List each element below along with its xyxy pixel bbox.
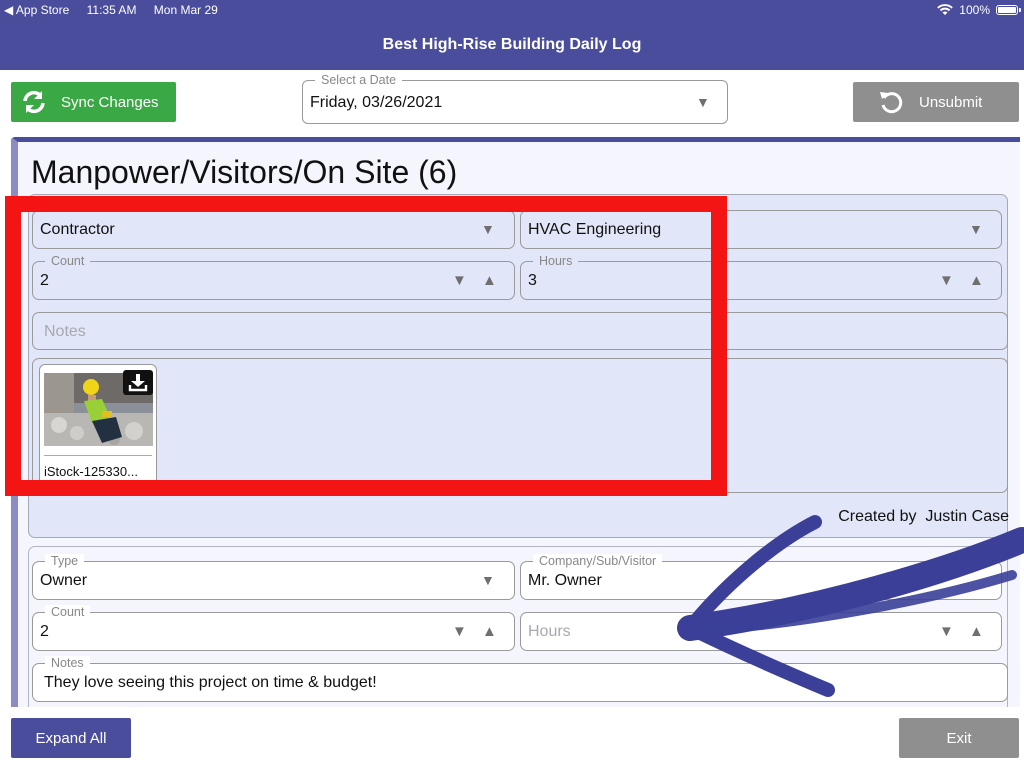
company-label: Company/Sub/Visitor [533,554,663,568]
attachment-filename: iStock-125330... [44,464,138,479]
type-label: Type [45,554,85,568]
sync-icon [23,90,45,114]
hours-value: 3 [528,272,537,289]
date-select[interactable]: Select a Date Friday, 03/26/2021 ▼ [302,73,728,124]
stepper-down-icon[interactable]: ▼ [452,272,467,289]
manpower-entry: Type Owner ▼ Company/Sub/Visitor Mr. Own… [28,546,1008,707]
count-value: 2 [40,623,49,640]
type-value: Owner [40,572,88,589]
count-value: 2 [40,272,49,289]
type-value: Contractor [40,221,115,238]
exit-button[interactable]: Exit [899,718,1019,758]
company-dropdown[interactable]: HVAC Engineering ▼ [520,210,1002,249]
sync-changes-label: Sync Changes [61,93,159,111]
undo-icon [880,92,903,114]
hours-placeholder: Hours [528,623,571,640]
notes-placeholder: Notes [44,323,86,340]
count-stepper[interactable]: Count 2 ▼ ▲ [32,254,515,300]
download-icon[interactable] [123,370,153,395]
dropdown-caret-icon: ▼ [696,94,710,110]
battery-icon [996,5,1021,15]
stepper-down-icon[interactable]: ▼ [452,623,467,640]
divider [44,455,152,456]
back-to-app-store[interactable]: ◀ App Store [4,3,69,17]
stepper-up-icon[interactable]: ▲ [482,623,497,640]
manpower-entry: Contractor ▼ HVAC Engineering ▼ Count 2 … [28,194,1008,538]
notes-value: They love seeing this project on time & … [44,674,377,691]
unsubmit-button[interactable]: Unsubmit [853,82,1019,122]
stepper-up-icon[interactable]: ▲ [969,272,984,289]
count-label: Count [45,254,91,268]
attachments-area: iStock-125330... [32,358,1008,493]
stepper-down-icon[interactable]: ▼ [939,623,954,640]
status-date: Mon Mar 29 [153,3,218,17]
dropdown-caret-icon: ▼ [481,221,495,237]
company-value: Mr. Owner [528,572,602,589]
hours-stepper[interactable]: Hours 3 ▼ ▲ [520,254,1002,300]
status-bar: ◀ App Store 11:35 AM Mon Mar 29 100% [0,3,1024,19]
type-dropdown[interactable]: Contractor ▼ [32,210,515,249]
expand-all-button[interactable]: Expand All [11,718,131,758]
stepper-up-icon[interactable]: ▲ [482,272,497,289]
bottom-bar: Expand All Exit [0,708,1024,768]
app-header: ◀ App Store 11:35 AM Mon Mar 29 100% Bes… [0,0,1024,70]
attachment-card[interactable]: iStock-125330... [39,364,157,490]
company-value: HVAC Engineering [528,221,662,238]
date-value: Friday, 03/26/2021 [310,94,443,111]
dropdown-caret-icon: ▼ [481,572,495,588]
hours-label: Hours [533,254,579,268]
created-by-name: Justin Case [925,508,1009,525]
count-label: Count [45,605,91,619]
stepper-up-icon[interactable]: ▲ [969,623,984,640]
app-title: Best High-Rise Building Daily Log [382,36,642,53]
company-field[interactable]: Company/Sub/Visitor Mr. Owner [520,554,1002,600]
notes-field[interactable]: Notes They love seeing this project on t… [32,656,1008,702]
notes-field[interactable]: Notes [32,312,1008,350]
section-title: Manpower/Visitors/On Site (6) [31,154,458,190]
stepper-down-icon[interactable]: ▼ [939,272,954,289]
status-time: 11:35 AM [86,3,137,17]
notes-label: Notes [45,656,90,670]
type-dropdown[interactable]: Type Owner ▼ [32,554,515,600]
battery-percent: 100% [959,3,990,17]
dropdown-caret-icon: ▼ [969,221,983,237]
created-by: Created by Justin Case [838,508,1009,526]
created-by-label: Created by [838,508,917,525]
sync-changes-button[interactable]: Sync Changes [11,82,176,122]
manpower-section: Manpower/Visitors/On Site (6) Contractor… [11,137,1020,707]
count-stepper[interactable]: Count 2 ▼ ▲ [32,605,515,651]
date-legend: Select a Date [315,73,403,87]
unsubmit-label: Unsubmit [919,93,983,111]
wifi-icon [937,4,954,15]
hours-stepper[interactable]: Hours ▼ ▲ [520,612,1002,651]
